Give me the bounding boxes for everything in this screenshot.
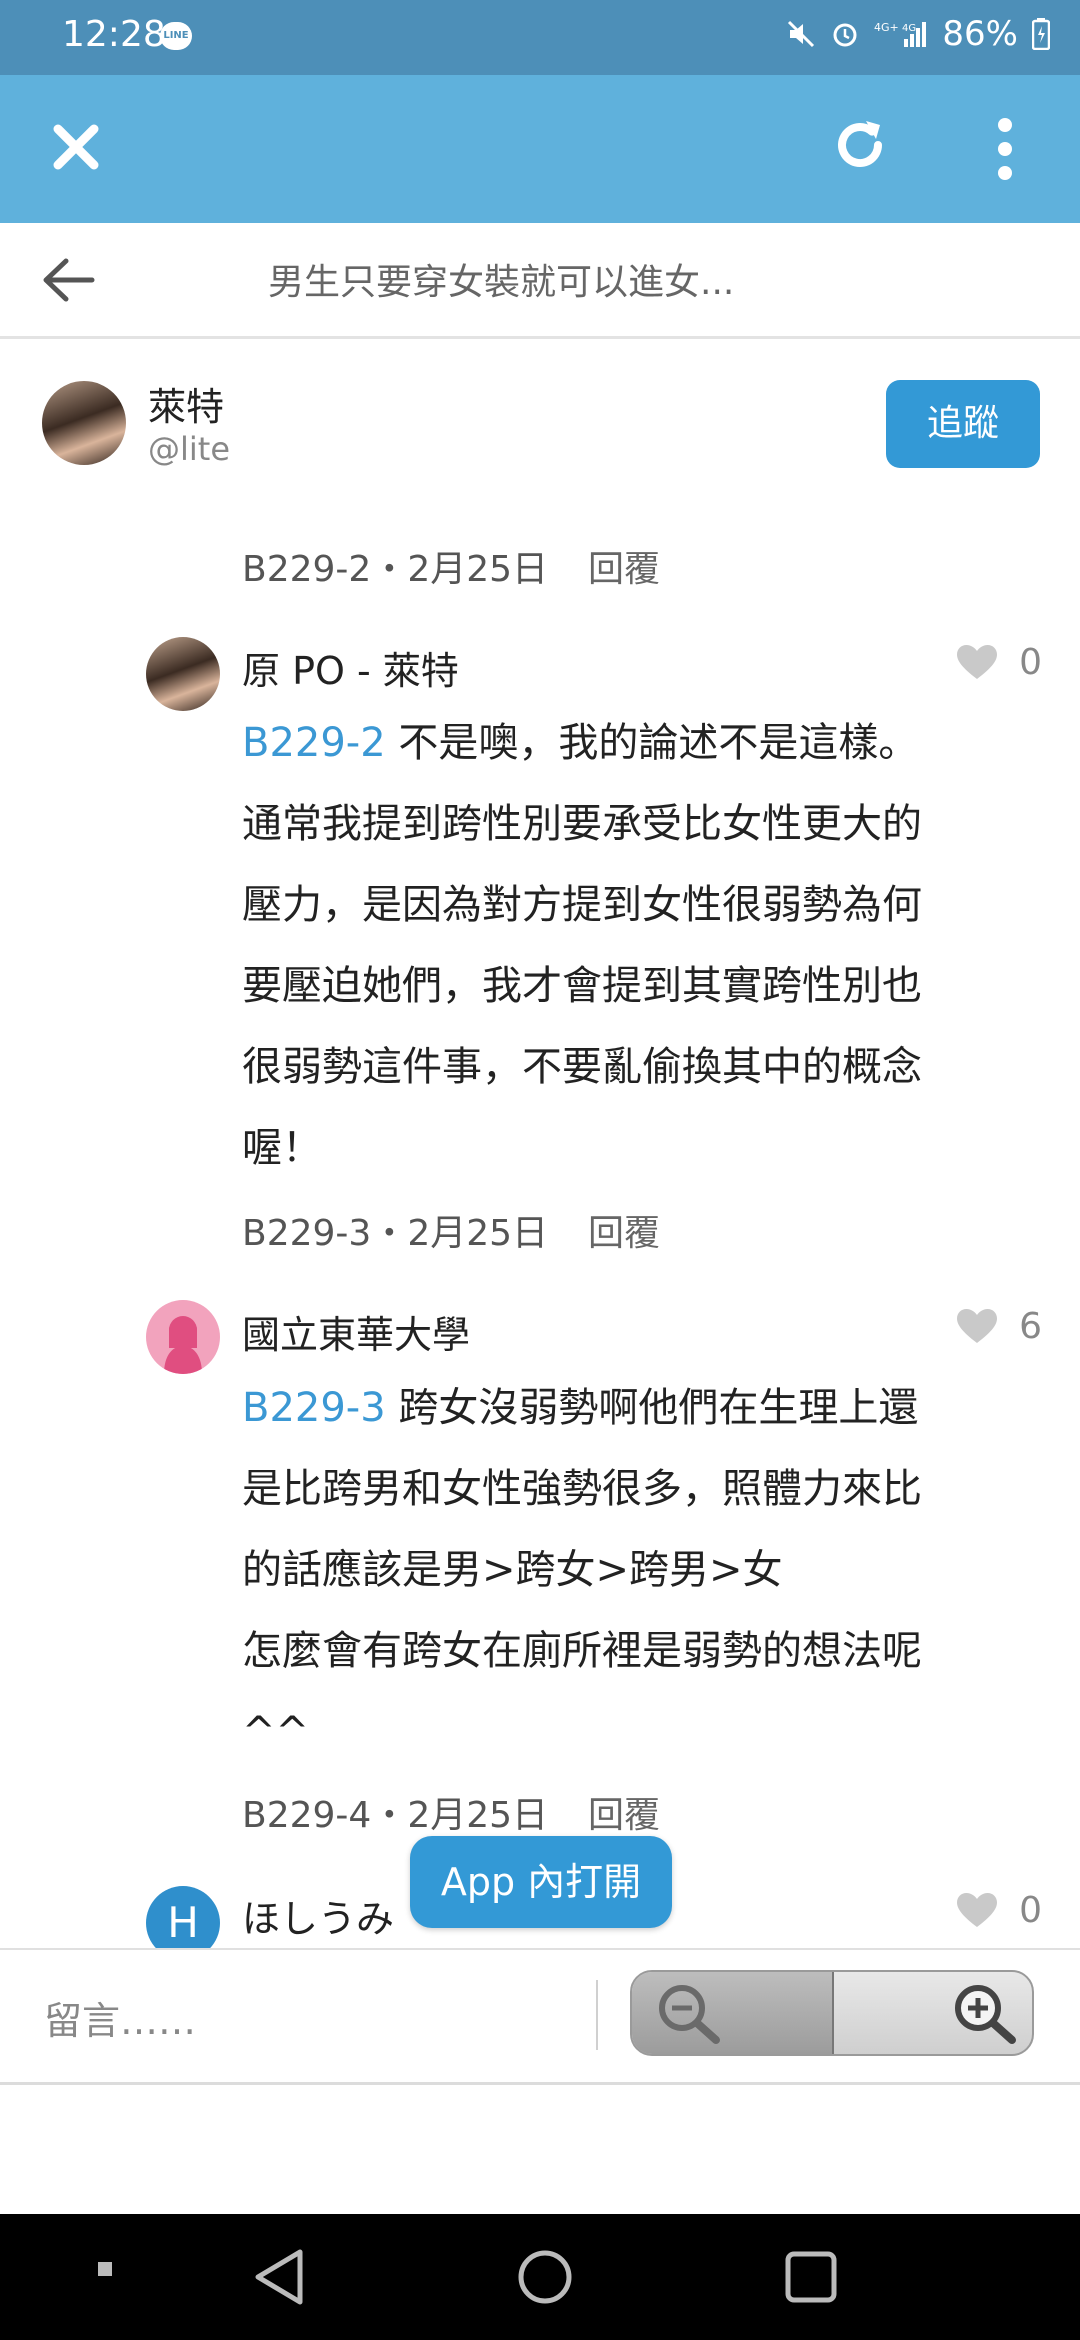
open-in-app-button[interactable]: App 內打開 (410, 1836, 672, 1928)
commenter-name[interactable]: 原 PO - 萊特 (242, 640, 459, 695)
clock: 12:28 (62, 14, 166, 55)
comment-line: 怎麼會有跨女在廁所裡是弱勢的想法呢 (242, 1628, 922, 1674)
comment-input[interactable]: 留言…… (44, 1990, 196, 2045)
like-counter[interactable]: 0 (957, 1890, 1042, 1931)
line-app-icon: LINE (160, 22, 192, 50)
nav-overview-icon[interactable] (780, 2246, 842, 2308)
author-avatar[interactable] (42, 381, 126, 465)
status-bar: 12:28 LINE 4G+ 4G 86% (0, 0, 1080, 75)
signal-icon: 4G+ 4G (874, 21, 927, 47)
comment-line: 通常我提到跨性別要承受比女性更大的 (242, 801, 922, 847)
app-bar (0, 75, 1080, 223)
comment-line: 的話應該是男>跨女>跨男>女 (242, 1547, 783, 1593)
commenter-name[interactable]: 國立東華大學 (242, 1304, 470, 1359)
nav-back-icon[interactable] (250, 2246, 310, 2308)
battery-icon (1032, 18, 1050, 50)
zoom-in-button[interactable] (834, 1972, 1032, 2054)
comment-body: B229-2 不是噢，我的論述不是這樣。 通常我提到跨性別要承受比女性更大的 壓… (242, 703, 1042, 1189)
mute-icon (788, 20, 815, 48)
title-bar: 男生只要穿女裝就可以進女... (0, 223, 1080, 339)
reply-button[interactable]: 回覆 (588, 1213, 660, 1254)
battery-percent: 86% (942, 14, 1018, 54)
floor-number: B229-2 (242, 549, 372, 590)
female-silhouette-icon (164, 1316, 202, 1374)
divider (596, 1980, 598, 2050)
page-title: 男生只要穿女裝就可以進女... (268, 262, 735, 303)
svg-text:4G: 4G (902, 23, 916, 34)
reply-button[interactable]: 回覆 (588, 549, 660, 590)
like-count: 0 (1019, 642, 1042, 683)
refresh-icon[interactable] (830, 115, 890, 175)
comment-meta: B229-2・2月25日 回覆 (242, 549, 661, 590)
zoom-in-icon (955, 1985, 1016, 2044)
heart-icon[interactable] (957, 644, 998, 681)
comment-body: B229-3 跨女沒弱勢啊他們在生理上還 是比跨男和女性強勢很多，照體力來比 的… (242, 1368, 1042, 1773)
comment-line: 很弱勢這件事，不要亂偷換其中的概念 (242, 1044, 922, 1090)
close-icon[interactable] (48, 119, 104, 175)
comment-bar: 留言…… (0, 1948, 1080, 2085)
comment-date: 2月25日 (407, 1213, 549, 1254)
alarm-icon (833, 23, 857, 47)
commenter-avatar[interactable] (146, 637, 220, 711)
comment-date: 2月25日 (407, 1795, 549, 1836)
recent-apps-dot-icon[interactable] (90, 2254, 120, 2284)
back-arrow-icon[interactable] (40, 255, 96, 305)
like-counter[interactable]: 6 (957, 1306, 1042, 1347)
status-icons: 4G+ 4G 86% (786, 14, 1050, 54)
comment-meta: B229-3・2月25日 回覆 (242, 1213, 661, 1254)
floor-reference-link[interactable]: B229-3 (242, 1385, 386, 1431)
follow-button[interactable]: 追蹤 (886, 380, 1040, 468)
comment-line: 壓力，是因為對方提到女性很弱勢為何 (242, 882, 922, 928)
comment-line: 是比跨男和女性強勢很多，照體力來比 (242, 1466, 922, 1512)
floor-number: B229-4 (242, 1795, 372, 1836)
heart-icon[interactable] (957, 1892, 998, 1929)
comment-meta: B229-4・2月25日 回覆 (242, 1795, 661, 1836)
zoom-out-icon (659, 1985, 720, 2044)
like-count: 0 (1019, 1890, 1042, 1931)
floor-reference-link[interactable]: B229-2 (242, 720, 386, 766)
comment-line: B229-2 不是噢，我的論述不是這樣。 (242, 720, 919, 766)
comment-line: 喔！ (242, 1125, 322, 1171)
heart-icon[interactable] (957, 1308, 998, 1345)
comment-line: B229-3 跨女沒弱勢啊他們在生理上還 (242, 1385, 919, 1431)
zoom-control (630, 1970, 1034, 2056)
comment-line: ^^ (242, 1709, 310, 1755)
reply-button[interactable]: 回覆 (588, 1795, 660, 1836)
system-nav-bar (0, 2214, 1080, 2340)
comment-date: 2月25日 (407, 549, 549, 590)
comment-line: 要壓迫她們，我才會提到其實跨性別也 (242, 963, 922, 1009)
nav-home-icon[interactable] (514, 2246, 576, 2308)
like-count: 6 (1019, 1306, 1042, 1347)
author-handle: @lite (148, 430, 231, 468)
zoom-out-button[interactable] (632, 1972, 832, 2054)
floor-number: B229-3 (242, 1213, 372, 1254)
commenter-name[interactable]: ほしうみ (242, 1888, 394, 1943)
commenter-avatar[interactable] (146, 1300, 220, 1374)
svg-text:4G+: 4G+ (874, 21, 899, 34)
author-name[interactable]: 萊特 (148, 376, 224, 431)
more-options-icon[interactable] (990, 117, 1020, 181)
like-counter[interactable]: 0 (957, 642, 1042, 683)
